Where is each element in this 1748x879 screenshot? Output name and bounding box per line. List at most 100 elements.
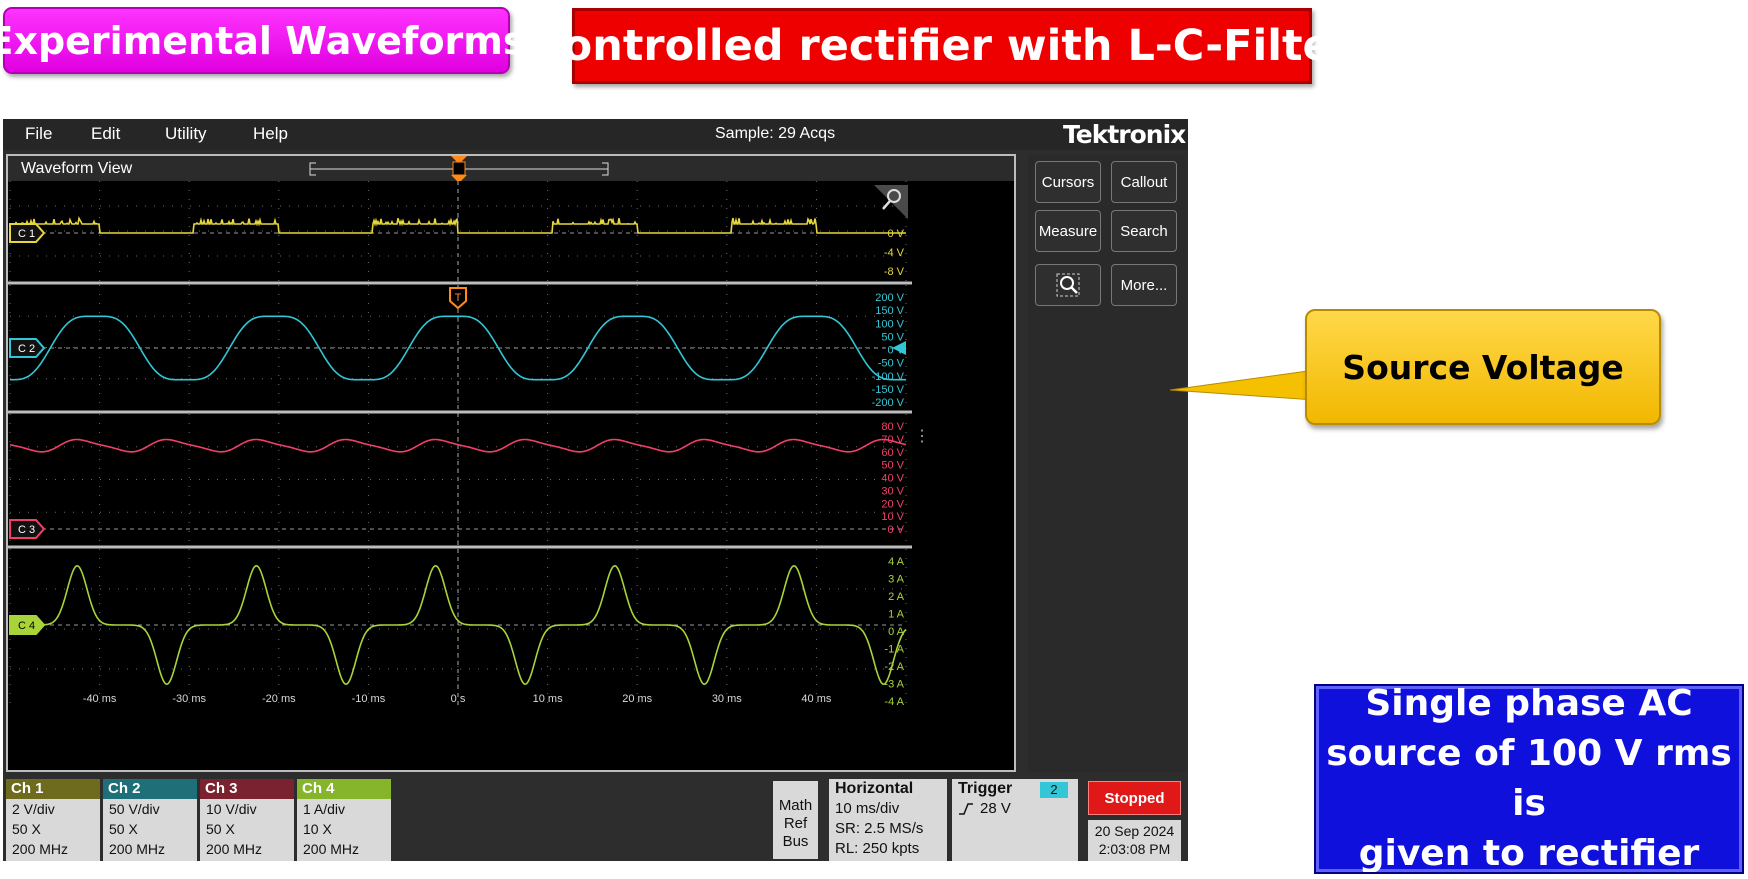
math-label: Math <box>773 797 818 815</box>
ch3-badge[interactable]: Ch 3 10 V/div 50 X 200 MHz <box>200 779 294 861</box>
date-time-display[interactable]: 20 Sep 2024 2:03:08 PM <box>1088 820 1181 861</box>
waveform-plot[interactable]: C 1C 2C 3C 40 V-4 V-8 V200 V150 V100 V50… <box>8 181 1014 770</box>
ch3-badge-title: Ch 3 <box>200 779 294 799</box>
measure-button[interactable]: Measure <box>1035 210 1101 252</box>
ch4-badge[interactable]: Ch 4 1 A/div 10 X 200 MHz <box>297 779 391 861</box>
bus-label: Bus <box>773 833 818 851</box>
time-axis-label: 0 s <box>451 693 466 705</box>
axis-label-ch3: 70 V <box>881 434 904 446</box>
axis-label-ch4: 3 A <box>888 574 905 586</box>
panel-drag-handle: ⋮ <box>914 428 930 445</box>
axis-label-ch1: -4 V <box>884 247 905 259</box>
channel-2-tag[interactable]: C 2 <box>10 339 44 357</box>
plot-background <box>8 181 1014 770</box>
channel-4-tag[interactable]: C 4 <box>10 616 44 634</box>
ch2-scale: 50 V/div <box>103 799 197 819</box>
ch2-bandwidth: 200 MHz <box>103 839 197 859</box>
menu-bar: File Edit Utility Help Sample: 29 Acqs T… <box>3 119 1188 150</box>
channel-1-tag[interactable]: C 1 <box>10 224 44 242</box>
trigger-badge[interactable]: Trigger 2 28 V <box>952 779 1078 861</box>
record-length: RL: 250 kpts <box>835 839 947 859</box>
rising-edge-icon <box>958 802 974 816</box>
info-line-2: source of 100 V rms is <box>1319 729 1739 829</box>
ch1-badge[interactable]: Ch 1 2 V/div 50 X 200 MHz <box>6 779 100 861</box>
trigger-level-marker-label: T <box>455 292 462 304</box>
channel-tag-label: C 1 <box>18 228 35 240</box>
menu-edit[interactable]: Edit <box>91 124 120 144</box>
axis-label-ch2: -200 V <box>872 397 905 409</box>
ref-label: Ref <box>773 815 818 833</box>
axis-label-ch2: 100 V <box>875 318 904 330</box>
waveform-view[interactable]: Waveform View C 1 C 2 C 3 C 4 0 V -4 V -8 V 200… <box>6 154 1016 772</box>
info-box: Single phase AC source of 100 V rms is g… <box>1316 686 1742 872</box>
zoom-icon <box>1054 271 1082 299</box>
axis-label-ch4: 1 A <box>888 609 905 621</box>
axis-label-ch4: -1 A <box>884 644 904 656</box>
zoom-button[interactable] <box>1035 264 1101 306</box>
ch1-scale: 2 V/div <box>6 799 100 819</box>
time-axis-label: -20 ms <box>262 693 296 705</box>
axis-label-ch4: -2 A <box>884 661 904 673</box>
time-axis-label: -10 ms <box>352 693 386 705</box>
channel-tag-label: C 4 <box>18 620 35 632</box>
ch2-badge[interactable]: Ch 2 50 V/div 50 X 200 MHz <box>103 779 197 861</box>
axis-label-ch4: 4 A <box>888 556 905 568</box>
overview-trigger-box <box>453 162 465 175</box>
axis-label-ch2: -150 V <box>872 384 905 396</box>
callout-button[interactable]: Callout <box>1111 161 1177 203</box>
side-panel: Cursors Callout Measure Search More... <box>1028 154 1186 772</box>
bottom-status-bar: Ch 1 2 V/div 50 X 200 MHz Ch 2 50 V/div … <box>3 779 1188 861</box>
time-axis-label: -40 ms <box>83 693 117 705</box>
axis-label-ch4: -3 A <box>884 679 904 691</box>
search-button[interactable]: Search <box>1111 210 1177 252</box>
experimental-waveforms-banner: Experimental Waveforms <box>3 7 510 74</box>
time-axis-label: 30 ms <box>712 693 742 705</box>
time-label: 2:03:08 PM <box>1088 840 1181 858</box>
axis-label-ch3: 40 V <box>881 473 904 485</box>
ch2-atten: 50 X <box>103 819 197 839</box>
oscilloscope-window: File Edit Utility Help Sample: 29 Acqs T… <box>3 119 1188 861</box>
ch1-atten: 50 X <box>6 819 100 839</box>
ch4-atten: 10 X <box>297 819 391 839</box>
time-axis-label: 20 ms <box>622 693 652 705</box>
menu-utility[interactable]: Utility <box>165 124 207 144</box>
axis-label-ch2: 200 V <box>875 292 904 304</box>
ch4-badge-title: Ch 4 <box>297 779 391 799</box>
trigger-level: 28 V <box>980 799 1011 819</box>
axis-label-ch1: 0 V <box>887 228 904 240</box>
channel-3-tag[interactable]: C 3 <box>10 520 44 538</box>
source-voltage-callout: Source Voltage <box>1305 309 1661 425</box>
axis-label-ch3: 0 V <box>887 524 904 536</box>
info-line-1: Single phase AC <box>1319 679 1739 729</box>
ch4-bandwidth: 200 MHz <box>297 839 391 859</box>
trigger-source-badge: 2 <box>1040 782 1068 798</box>
axis-label-ch3: 60 V <box>881 447 904 459</box>
cursors-button[interactable]: Cursors <box>1035 161 1101 203</box>
axis-label-ch2: -100 V <box>872 371 905 383</box>
channel-tag-label: C 3 <box>18 524 35 536</box>
axis-label-ch2: 50 V <box>881 331 904 343</box>
info-line-3: given to rectifier <box>1319 829 1739 879</box>
axis-label-ch2: -50 V <box>878 358 905 370</box>
axis-label-ch4: 0 A <box>888 626 905 638</box>
record-overview-bracket[interactable] <box>308 156 628 184</box>
sample-status: Sample: 29 Acqs <box>715 125 835 143</box>
run-stop-button[interactable]: Stopped <box>1088 781 1181 815</box>
horizontal-badge[interactable]: Horizontal 10 ms/div SR: 2.5 MS/s RL: 25… <box>829 779 947 861</box>
axis-label-ch3: 20 V <box>881 498 904 510</box>
title-banner: Controlled rectifier with L-C-Filter <box>572 8 1312 84</box>
horizontal-scale: 10 ms/div <box>835 799 947 819</box>
ch4-scale: 1 A/div <box>297 799 391 819</box>
menu-help[interactable]: Help <box>253 124 288 144</box>
axis-label-ch4: -4 A <box>884 696 904 708</box>
ch1-badge-title: Ch 1 <box>6 779 100 799</box>
math-ref-bus-button[interactable]: Math Ref Bus <box>773 781 818 859</box>
horizontal-title: Horizontal <box>835 779 947 799</box>
more-button[interactable]: More... <box>1111 264 1177 306</box>
menu-file[interactable]: File <box>25 124 52 144</box>
callout-pointer <box>1170 370 1315 410</box>
axis-label-ch3: 30 V <box>881 485 904 497</box>
time-axis-label: -30 ms <box>172 693 206 705</box>
axis-label-ch3: 50 V <box>881 460 904 472</box>
waveform-view-title: Waveform View <box>21 160 132 178</box>
